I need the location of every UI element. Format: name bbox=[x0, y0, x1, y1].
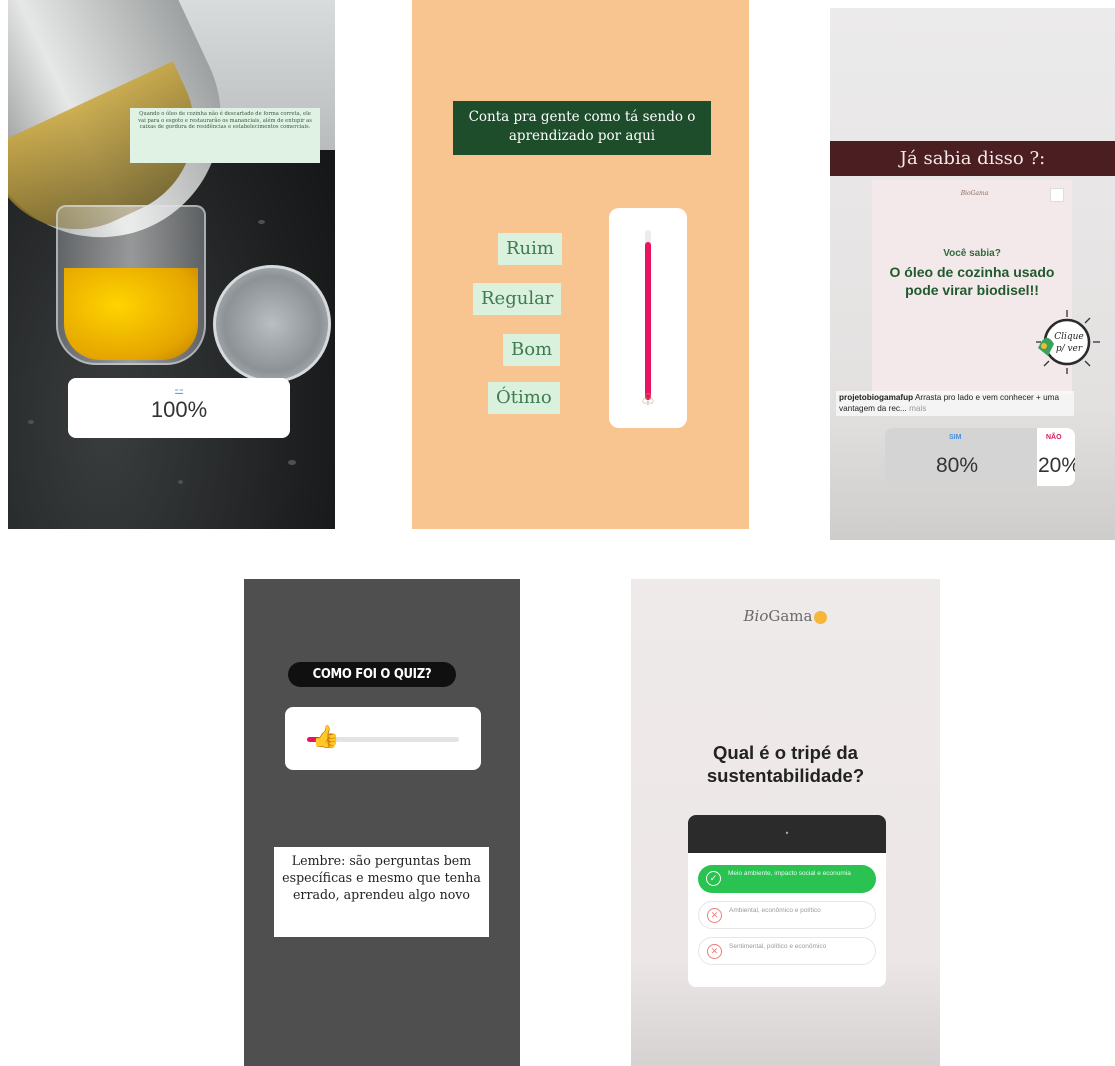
sun-icon bbox=[814, 610, 828, 624]
quiz-question: Qual é o tripé da sustentabilidade? bbox=[706, 742, 865, 786]
card-headline: O óleo de cozinha usado pode virar biodi… bbox=[889, 264, 1055, 298]
option-label-ruim: Ruim bbox=[498, 233, 562, 265]
granite-speck bbox=[178, 480, 183, 484]
biogama-logo: BioGama bbox=[960, 190, 989, 197]
poll-result-card[interactable]: ⚍ 100% bbox=[68, 378, 290, 438]
no-label: NÃO bbox=[1046, 434, 1062, 441]
check-icon: ✓ bbox=[706, 871, 721, 886]
badge-text-line2: p/ ver bbox=[1056, 344, 1083, 354]
x-icon: ✕ bbox=[707, 944, 722, 959]
quiz-option-text: Sentimental, político e econômico bbox=[729, 943, 827, 950]
option-label-otimo: Ótimo bbox=[488, 382, 560, 414]
story-question: Conta pra gente como tá sendo o aprendiz… bbox=[453, 101, 711, 155]
caption-username[interactable]: projetobiogamafup bbox=[839, 393, 913, 402]
logo-gama: Gama bbox=[768, 607, 813, 625]
quiz-option-text: Ambiental, econômico e político bbox=[729, 907, 821, 914]
yes-label: SIM bbox=[949, 434, 962, 441]
quiz-option-correct[interactable]: ✓ Meio ambiente, impacto social e econom… bbox=[698, 865, 876, 893]
cup-oil-image bbox=[64, 268, 198, 360]
slider-knob-icon[interactable]: ♧ bbox=[636, 388, 660, 412]
caption-more-link[interactable]: mais bbox=[907, 404, 926, 413]
story-oil-photo[interactable]: Quando o óleo de cozinha não é descartad… bbox=[8, 0, 335, 529]
poll-result-value: 100% bbox=[150, 397, 208, 422]
quiz-sticker[interactable]: • ✓ Meio ambiente, impacto social e econ… bbox=[688, 815, 886, 987]
option-label-bom: Bom bbox=[503, 334, 561, 366]
granite-speck bbox=[28, 420, 34, 424]
plastic-lid-image bbox=[213, 265, 331, 383]
story-yes-no-poll[interactable]: Já sabia disso ?: BioGama Você sabia? O … bbox=[830, 8, 1115, 540]
granite-speck bbox=[258, 220, 265, 224]
quiz-option-text: Meio ambiente, impacto social e economia bbox=[728, 870, 851, 877]
option-label-regular: Regular bbox=[473, 283, 562, 315]
biogama-logo: BioGama bbox=[631, 607, 940, 625]
slider-fill bbox=[645, 242, 651, 400]
quiz-option-wrong[interactable]: ✕ Sentimental, político e econômico bbox=[698, 937, 876, 965]
yes-percentage: 80% bbox=[936, 454, 979, 477]
click-to-see-badge-icon[interactable]: Clique p/ ver bbox=[1032, 308, 1102, 376]
emoji-slider[interactable]: 👍 bbox=[285, 707, 481, 770]
yes-no-poll-result[interactable]: SIM 80% NÃO 20% bbox=[885, 428, 1075, 486]
x-icon: ✕ bbox=[707, 908, 722, 923]
granite-speck bbox=[288, 460, 296, 465]
no-percentage: 20% bbox=[1038, 454, 1075, 477]
save-icon[interactable] bbox=[1050, 188, 1064, 202]
logo-bio: Bio bbox=[743, 607, 769, 625]
story-quiz-question[interactable]: BioGama Qual é o tripé da sustentabilida… bbox=[631, 579, 940, 1066]
slider-icon: ⚍ bbox=[174, 384, 184, 397]
badge-text-line1: Clique bbox=[1054, 332, 1084, 342]
story-caption: Quando o óleo de cozinha não é descartad… bbox=[130, 108, 320, 163]
quiz-option-wrong[interactable]: ✕ Ambiental, econômico e político bbox=[698, 901, 876, 929]
thumbs-up-icon[interactable]: 👍 bbox=[312, 725, 339, 751]
story-header: Já sabia disso ?: bbox=[830, 141, 1115, 176]
reminder-note: Lembre: são perguntas bem específicas e … bbox=[274, 847, 489, 937]
card-kicker: Você sabia? bbox=[943, 248, 1001, 259]
post-caption[interactable]: projetobiogamafup Arrasta pro lado e vem… bbox=[836, 391, 1074, 416]
quiz-header: • bbox=[688, 815, 886, 853]
story-quiz-feedback[interactable]: COMO FOI O QUIZ? 👍 Lembre: são perguntas… bbox=[244, 579, 520, 1066]
story-learning-slider[interactable]: Conta pra gente como tá sendo o aprendiz… bbox=[412, 0, 749, 529]
emoji-slider-vertical[interactable]: ♧ bbox=[609, 208, 687, 428]
question-sticker: COMO FOI O QUIZ? bbox=[288, 662, 456, 687]
